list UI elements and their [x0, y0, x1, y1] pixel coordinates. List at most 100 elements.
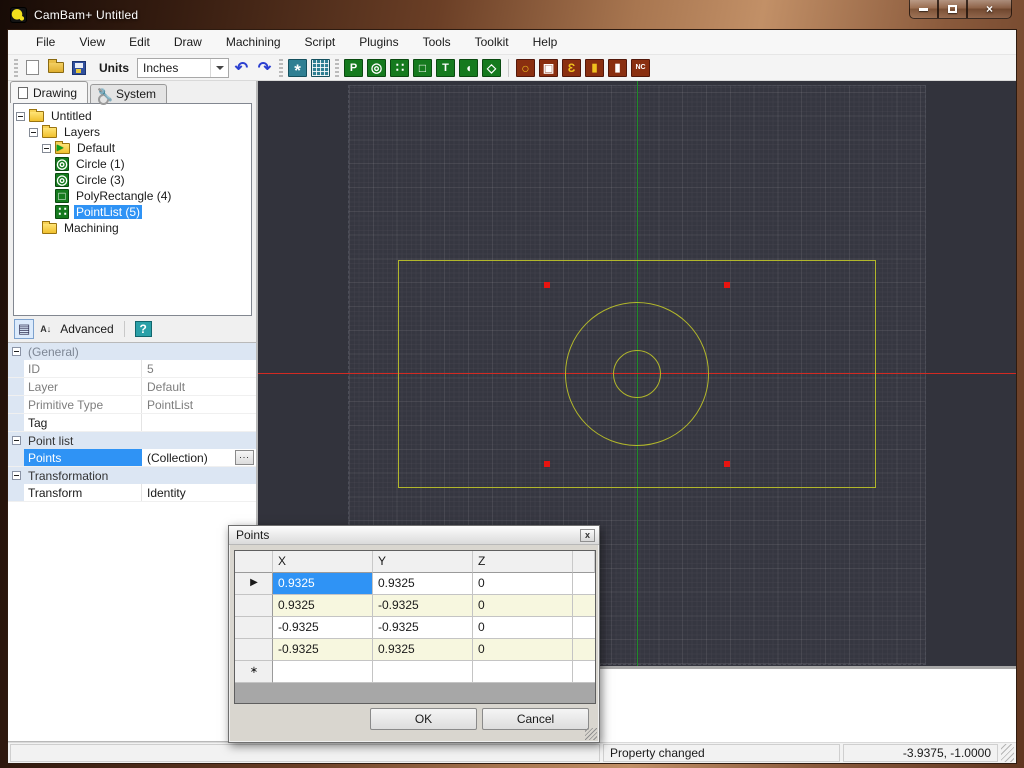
draw-polyline-button[interactable]: P — [343, 58, 364, 78]
draw-pointlist-button[interactable] — [389, 58, 410, 78]
draw-arc-button[interactable] — [458, 58, 479, 78]
advanced-button[interactable]: Advanced — [57, 319, 116, 339]
point-marker[interactable] — [724, 461, 730, 467]
collapse-icon[interactable] — [12, 471, 21, 480]
property-row-transform[interactable]: Transform Identity — [8, 484, 256, 502]
collapse-icon[interactable] — [42, 144, 51, 153]
menu-toolkit[interactable]: Toolkit — [463, 31, 521, 53]
category-point-list[interactable]: Point list — [8, 432, 256, 449]
cell-z[interactable]: 0 — [473, 639, 573, 661]
collapse-icon[interactable] — [12, 347, 21, 356]
property-row-tag[interactable]: Tag — [8, 414, 256, 432]
toggle-grid-button[interactable] — [310, 58, 331, 78]
collapse-icon[interactable] — [12, 436, 21, 445]
cancel-button[interactable]: Cancel — [482, 708, 589, 730]
column-header-z[interactable]: Z — [473, 551, 573, 573]
property-row-id[interactable]: ID 5 — [8, 360, 256, 378]
point-marker[interactable] — [544, 461, 550, 467]
current-row-marker[interactable]: ▶ — [235, 573, 273, 595]
cell-z[interactable]: 0 — [473, 573, 573, 595]
dialog-resize-grip[interactable] — [585, 728, 597, 740]
menu-machining[interactable]: Machining — [214, 31, 293, 53]
cell-z[interactable]: 0 — [473, 595, 573, 617]
menu-file[interactable]: File — [24, 31, 67, 53]
draw-text-button[interactable]: T — [435, 58, 456, 78]
tab-drawing[interactable]: Drawing — [10, 81, 88, 103]
minimize-button[interactable] — [909, 0, 938, 19]
new-row-marker[interactable]: ∗ — [235, 661, 273, 683]
tree-item-polyrectangle-4[interactable]: PolyRectangle (4) — [16, 188, 249, 204]
ok-button[interactable]: OK — [370, 708, 477, 730]
new-file-button[interactable] — [22, 58, 43, 78]
tree-item-machining[interactable]: Machining — [16, 220, 249, 236]
help-button[interactable]: ? — [132, 319, 155, 339]
cell-y[interactable]: 0.9325 — [373, 573, 473, 595]
maximize-button[interactable] — [938, 0, 967, 19]
column-header-x[interactable]: X — [273, 551, 373, 573]
mop-engrave-button[interactable] — [561, 58, 582, 78]
menu-edit[interactable]: Edit — [117, 31, 162, 53]
tree-item-circle-1[interactable]: Circle (1) — [16, 156, 249, 172]
open-file-button[interactable] — [45, 58, 66, 78]
row-selector[interactable] — [235, 595, 273, 617]
collapse-icon[interactable] — [29, 128, 38, 137]
cell-y-empty[interactable] — [373, 661, 473, 683]
property-row-points[interactable]: Points (Collection) ... — [8, 449, 256, 467]
menu-tools[interactable]: Tools — [411, 31, 463, 53]
undo-button[interactable] — [231, 58, 252, 78]
point-marker[interactable] — [544, 282, 550, 288]
resize-grip[interactable] — [1001, 744, 1014, 762]
mop-pocket-button[interactable] — [538, 58, 559, 78]
menu-plugins[interactable]: Plugins — [347, 31, 410, 53]
menu-view[interactable]: View — [67, 31, 117, 53]
tree-item-pointlist-5[interactable]: PointList (5) — [16, 204, 249, 220]
inner-circle-shape[interactable] — [613, 350, 661, 398]
mop-3d-button[interactable] — [607, 58, 628, 78]
dialog-close-button[interactable]: x — [580, 529, 595, 542]
tree-item-layers[interactable]: Layers — [16, 124, 249, 140]
cell-y[interactable]: 0.9325 — [373, 639, 473, 661]
category-general[interactable]: (General) — [8, 343, 256, 360]
categorized-view-button[interactable] — [14, 319, 34, 339]
cell-y[interactable]: -0.9325 — [373, 617, 473, 639]
save-file-button[interactable] — [68, 58, 89, 78]
redo-button[interactable] — [254, 58, 275, 78]
menu-script[interactable]: Script — [293, 31, 348, 53]
draw-circle-button[interactable] — [366, 58, 387, 78]
cell-x[interactable]: -0.9325 — [273, 639, 373, 661]
mop-profile-button[interactable] — [515, 58, 536, 78]
cell-x[interactable]: 0.9325 — [273, 573, 373, 595]
cell-z[interactable]: 0 — [473, 617, 573, 639]
cell-y[interactable]: -0.9325 — [373, 595, 473, 617]
collapse-icon[interactable] — [16, 112, 25, 121]
gcode-button[interactable] — [630, 58, 651, 78]
menu-draw[interactable]: Draw — [162, 31, 214, 53]
alphabetical-sort-button[interactable]: A↓ — [37, 319, 54, 339]
property-row-layer[interactable]: Layer Default — [8, 378, 256, 396]
collection-ellipsis-button[interactable]: ... — [235, 450, 254, 465]
mop-drill-button[interactable] — [584, 58, 605, 78]
dialog-title-bar[interactable]: Points x — [229, 526, 599, 545]
cell-x[interactable]: 0.9325 — [273, 595, 373, 617]
property-row-primitive-type[interactable]: Primitive Type PointList — [8, 396, 256, 414]
cell-x-empty[interactable] — [273, 661, 373, 683]
row-selector[interactable] — [235, 617, 273, 639]
draw-rectangle-button[interactable] — [412, 58, 433, 78]
tree-item-default-layer[interactable]: Default — [16, 140, 249, 156]
draw-surface-button[interactable] — [481, 58, 502, 78]
toggle-axes-button[interactable] — [287, 58, 308, 78]
advanced-label: Advanced — [60, 322, 113, 336]
combo-dropdown-button[interactable] — [210, 59, 228, 77]
row-selector[interactable] — [235, 639, 273, 661]
point-marker[interactable] — [724, 282, 730, 288]
units-combobox[interactable]: Inches — [137, 58, 229, 78]
category-transformation[interactable]: Transformation — [8, 467, 256, 484]
column-header-y[interactable]: Y — [373, 551, 473, 573]
close-button[interactable]: × — [967, 0, 1012, 19]
tree-item-circle-3[interactable]: Circle (3) — [16, 172, 249, 188]
tab-system[interactable]: System — [90, 84, 167, 103]
cell-z-empty[interactable] — [473, 661, 573, 683]
menu-help[interactable]: Help — [521, 31, 570, 53]
tree-item-untitled[interactable]: Untitled — [16, 108, 249, 124]
cell-x[interactable]: -0.9325 — [273, 617, 373, 639]
